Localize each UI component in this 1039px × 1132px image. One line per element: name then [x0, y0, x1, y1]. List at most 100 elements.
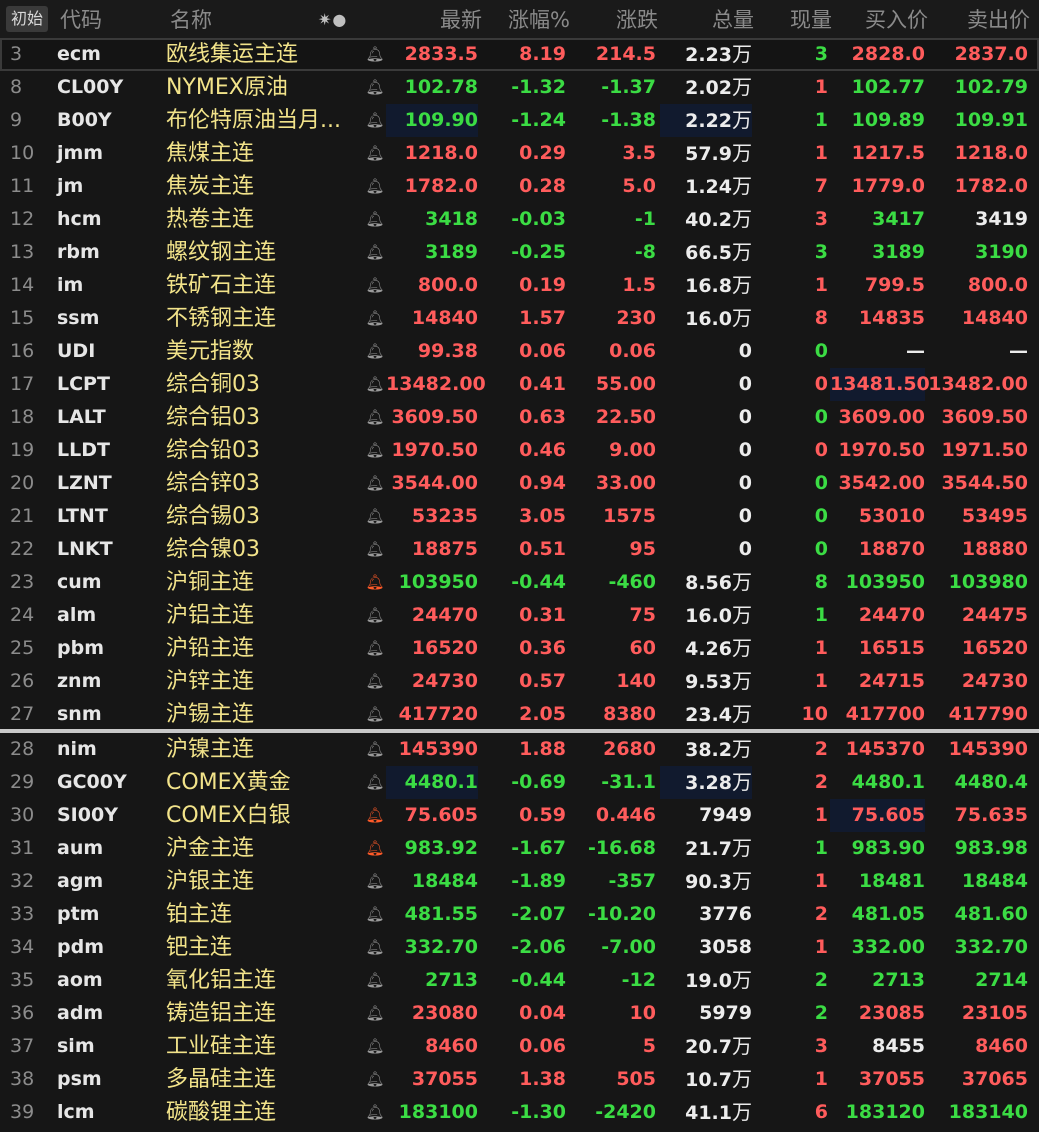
bell-icon[interactable]: 🔔︎: [364, 832, 386, 865]
bell-icon[interactable]: 🔔︎: [364, 766, 386, 799]
table-row[interactable]: 14 im 铁矿石主连 🔔︎ 800.0 0.19 1.5 16.8万 1 799.5 800.0: [0, 269, 1039, 302]
table-row[interactable]: 39 lcm 碳酸锂主连 🔔︎ 183100 -1.30 -2420 41.1万 6 183120…: [0, 1096, 1039, 1129]
row-number: 11: [10, 175, 35, 197]
bell-icon[interactable]: 🔔︎: [364, 104, 386, 137]
last-price: 1782.0: [404, 175, 478, 197]
table-row[interactable]: 20 LZNT 综合锌03 🔔︎ 3544.00 0.94 33.00 0 0 3542.00 35…: [0, 467, 1039, 500]
change-percent: 0.06: [519, 1035, 566, 1057]
bell-icon[interactable]: 🔔︎: [364, 698, 386, 731]
table-row[interactable]: 35 aom 氧化铝主连 🔔︎ 2713 -0.44 -12 19.0万 2 2713 2714: [0, 964, 1039, 997]
bell-icon[interactable]: 🔔︎: [364, 799, 386, 832]
bell-icon[interactable]: 🔔︎: [364, 566, 386, 599]
table-row[interactable]: 12 hcm 热卷主连 🔔︎ 3418 -0.03 -1 40.2万 3 3417 3419: [0, 203, 1039, 236]
column-header-pct[interactable]: 涨幅%: [482, 0, 570, 38]
bell-icon[interactable]: 🔔︎: [364, 269, 386, 302]
bell-icon[interactable]: 🔔︎: [364, 38, 386, 71]
contract-name: 沪镍主连: [166, 737, 255, 762]
table-row[interactable]: 29 GC00Y COMEX黄金 🔔︎ 4480.1 -0.69 -31.1 3.28万 2 44…: [0, 766, 1039, 799]
contract-name: COMEX白银: [166, 803, 291, 828]
table-row[interactable]: 27 snm 沪锡主连 🔔︎ 417720 2.05 8380 23.4万 10 417700 41…: [0, 698, 1039, 731]
table-row[interactable]: 36 adm 铸造铝主连 🔔︎ 23080 0.04 10 5979 2 23085 23105: [0, 997, 1039, 1030]
column-header-name[interactable]: 名称: [170, 0, 212, 38]
total-volume: 66.5万: [660, 236, 752, 269]
contract-name: 沪锡主连: [166, 702, 255, 727]
volume-unit: 万: [732, 603, 752, 627]
table-row[interactable]: 18 LALT 综合铝03 🔔︎ 3609.50 0.63 22.50 0 0 3609.00 36…: [0, 401, 1039, 434]
table-row[interactable]: 9 B00Y 布伦特原油当月... 🔔︎ 109.90 -1.24 -1.38 2.22万 1 1…: [0, 104, 1039, 137]
bell-icon[interactable]: 🔔︎: [364, 997, 386, 1030]
table-row[interactable]: 28 nim 沪镍主连 🔔︎ 145390 1.88 2680 38.2万 2 145370 145…: [0, 733, 1039, 766]
table-row[interactable]: 17 LCPT 综合铜03 🔔︎ 13482.00 0.41 55.00 0 0 13481.50…: [0, 368, 1039, 401]
column-header-code[interactable]: 代码: [60, 0, 102, 38]
bell-icon[interactable]: 🔔︎: [364, 335, 386, 368]
table-row[interactable]: 23 cum 沪铜主连 🔔︎ 103950 -0.44 -460 8.56万 8 103950 10…: [0, 566, 1039, 599]
bell-icon[interactable]: 🔔︎: [364, 733, 386, 766]
bell-icon[interactable]: 🔔︎: [364, 632, 386, 665]
table-row[interactable]: 32 agm 沪银主连 🔔︎ 18484 -1.89 -357 90.3万 1 18481 1848…: [0, 865, 1039, 898]
table-row[interactable]: 11 jm 焦炭主连 🔔︎ 1782.0 0.28 5.0 1.24万 7 1779.0 1782.…: [0, 170, 1039, 203]
bell-icon[interactable]: 🔔︎: [364, 137, 386, 170]
contract-code: LNKT: [57, 538, 113, 560]
bell-icon[interactable]: 🔔︎: [364, 71, 386, 104]
contract-code: znm: [57, 670, 102, 692]
bell-icon[interactable]: 🔔︎: [364, 302, 386, 335]
total-volume: 0: [660, 335, 752, 368]
volume-value: 2.02: [685, 77, 732, 99]
bell-icon[interactable]: 🔔︎: [364, 467, 386, 500]
bell-icon[interactable]: 🔔︎: [364, 599, 386, 632]
ask-price: 18880: [961, 538, 1028, 560]
bell-icon[interactable]: 🔔︎: [364, 1063, 386, 1096]
table-row[interactable]: 3 ecm 欧线集运主连 🔔︎ 2833.5 8.19 214.5 2.23万 3 2828.0 2…: [0, 38, 1039, 71]
column-header-volume[interactable]: 总量: [660, 0, 754, 38]
table-row[interactable]: 21 LTNT 综合锡03 🔔︎ 53235 3.05 1575 0 0 53010 53495: [0, 500, 1039, 533]
table-row[interactable]: 34 pdm 钯主连 🔔︎ 332.70 -2.06 -7.00 3058 1 332.00 332…: [0, 931, 1039, 964]
bell-icon[interactable]: 🔔︎: [364, 533, 386, 566]
table-row[interactable]: 13 rbm 螺纹钢主连 🔔︎ 3189 -0.25 -8 66.5万 3 3189 3190: [0, 236, 1039, 269]
table-row[interactable]: 26 znm 沪锌主连 🔔︎ 24730 0.57 140 9.53万 1 24715 24730: [0, 665, 1039, 698]
bell-icon[interactable]: 🔔︎: [364, 203, 386, 236]
total-volume: 2.22万: [660, 104, 752, 137]
bell-icon[interactable]: 🔔︎: [364, 434, 386, 467]
table-row[interactable]: 8 CL00Y NYMEX原油 🔔︎ 102.78 -1.32 -1.37 2.02万 1 102…: [0, 71, 1039, 104]
bell-icon[interactable]: 🔔︎: [364, 1030, 386, 1063]
bell-icon[interactable]: 🔔︎: [364, 368, 386, 401]
bell-icon[interactable]: 🔔︎: [364, 964, 386, 997]
table-row[interactable]: 10 jmm 焦煤主连 🔔︎ 1218.0 0.29 3.5 57.9万 1 1217.5 1218…: [0, 137, 1039, 170]
column-header-change[interactable]: 涨跌: [570, 0, 658, 38]
table-row[interactable]: 33 ptm 铂主连 🔔︎ 481.55 -2.07 -10.20 3776 2 481.05 48…: [0, 898, 1039, 931]
settings-dot-icon[interactable]: ✷●: [318, 0, 347, 38]
bell-icon[interactable]: 🔔︎: [364, 1096, 386, 1129]
table-row[interactable]: 31 aum 沪金主连 🔔︎ 983.92 -1.67 -16.68 21.7万 1 983.90…: [0, 832, 1039, 865]
table-row[interactable]: 22 LNKT 综合镍03 🔔︎ 18875 0.51 95 0 0 18870 18880: [0, 533, 1039, 566]
bell-icon[interactable]: 🔔︎: [364, 170, 386, 203]
table-row[interactable]: 19 LLDT 综合铅03 🔔︎ 1970.50 0.46 9.00 0 0 1970.50 197…: [0, 434, 1039, 467]
change-percent: 0.57: [519, 670, 566, 692]
row-number: 32: [10, 870, 35, 892]
bell-icon[interactable]: 🔔︎: [364, 236, 386, 269]
bell-icon[interactable]: 🔔︎: [364, 665, 386, 698]
bell-icon[interactable]: 🔔︎: [364, 865, 386, 898]
bell-icon[interactable]: 🔔︎: [364, 931, 386, 964]
volume-value: 16.8: [685, 275, 732, 297]
ask-price: 102.79: [954, 76, 1028, 98]
ask-price: 3544.50: [941, 472, 1028, 494]
table-row[interactable]: 30 SI00Y COMEX白银 🔔︎ 75.605 0.59 0.446 7949 1 75.6…: [0, 799, 1039, 832]
bell-icon[interactable]: 🔔︎: [364, 500, 386, 533]
change-value: -8: [634, 241, 656, 263]
table-row[interactable]: 37 sim 工业硅主连 🔔︎ 8460 0.06 5 20.7万 3 8455 8460: [0, 1030, 1039, 1063]
column-header-current[interactable]: 现量: [760, 0, 832, 38]
bell-icon[interactable]: 🔔︎: [364, 401, 386, 434]
column-header-last[interactable]: 最新: [386, 0, 482, 38]
contract-name: 综合锌03: [166, 471, 260, 496]
change-value: 0.446: [595, 804, 656, 826]
table-row[interactable]: 25 pbm 沪铅主连 🔔︎ 16520 0.36 60 4.26万 1 16515 16520: [0, 632, 1039, 665]
table-row[interactable]: 15 ssm 不锈钢主连 🔔︎ 14840 1.57 230 16.0万 8 14835 14840: [0, 302, 1039, 335]
table-row[interactable]: 16 UDI 美元指数 🔔︎ 99.38 0.06 0.06 0 0 — —: [0, 335, 1039, 368]
init-button[interactable]: 初始: [6, 6, 48, 32]
table-row[interactable]: 38 psm 多晶硅主连 🔔︎ 37055 1.38 505 10.7万 1 37055 37065: [0, 1063, 1039, 1096]
bell-icon[interactable]: 🔔︎: [364, 898, 386, 931]
bid-price: 1970.50: [838, 439, 925, 461]
column-header-ask[interactable]: 卖出价: [930, 0, 1030, 38]
column-header-bid[interactable]: 买入价: [832, 0, 928, 38]
table-row[interactable]: 24 alm 沪铝主连 🔔︎ 24470 0.31 75 16.0万 1 24470 24475: [0, 599, 1039, 632]
